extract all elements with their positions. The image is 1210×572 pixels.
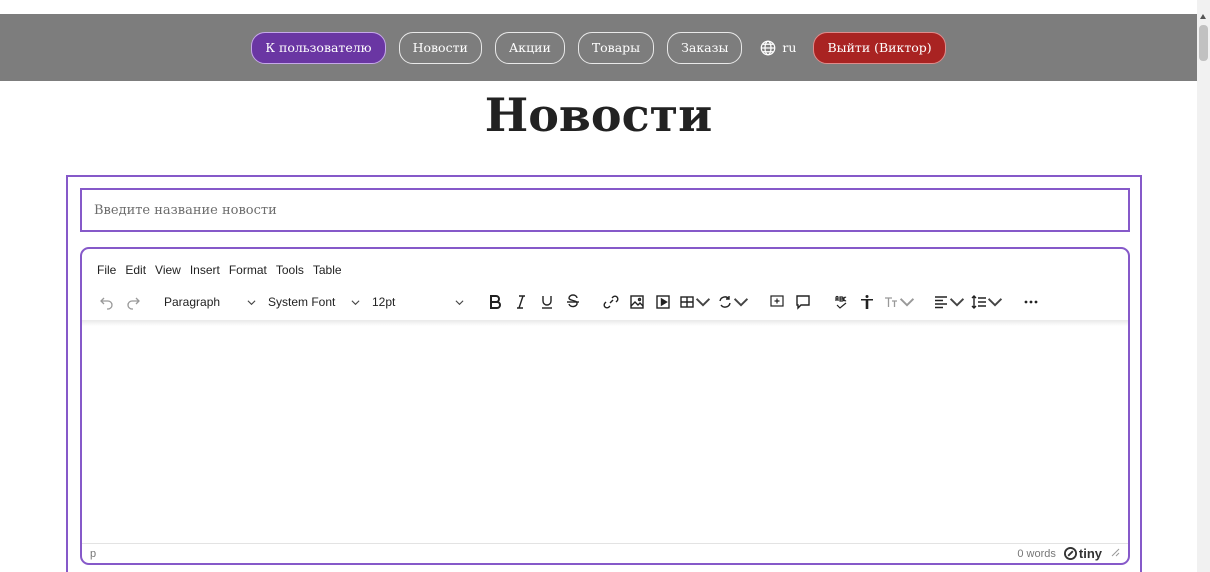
strikethrough-icon [567, 294, 579, 308]
chevron-down-icon [247, 299, 256, 305]
news-form: File Edit View Insert Format Tools Table… [66, 175, 1142, 572]
image-button[interactable] [624, 289, 650, 315]
undo-icon [100, 297, 113, 310]
language-switcher[interactable]: ru [755, 39, 800, 57]
line-height-icon [971, 295, 986, 309]
font-family-select[interactable]: System Font [262, 289, 366, 315]
font-family-value: System Font [268, 295, 336, 309]
comments-button[interactable] [790, 289, 816, 315]
chevron-down-icon [987, 298, 1003, 307]
language-code: ru [782, 40, 797, 55]
underline-icon [542, 296, 552, 309]
resize-grip-icon [1111, 548, 1120, 557]
resize-handle[interactable] [1110, 547, 1120, 560]
editor-content-area[interactable] [82, 326, 1128, 543]
block-format-value: Paragraph [164, 295, 221, 309]
more-icon [1024, 300, 1038, 304]
promos-button[interactable]: Акции [494, 31, 565, 64]
accessibility-icon [861, 295, 873, 309]
chevron-down-icon [695, 298, 711, 307]
products-button[interactable]: Товары [577, 31, 655, 64]
media-button[interactable] [650, 289, 676, 315]
chevron-down-icon [351, 299, 360, 305]
menu-insert[interactable]: Insert [190, 263, 220, 277]
page-title: Новости [484, 88, 713, 142]
align-button[interactable] [930, 289, 968, 315]
font-size-value: 12pt [372, 295, 396, 309]
insert-content-icon [719, 296, 731, 308]
tiny-brand-text: tiny [1078, 546, 1102, 561]
link-button[interactable] [598, 289, 624, 315]
align-left-icon [935, 296, 947, 309]
undo-button[interactable] [94, 289, 120, 315]
spellcheck-icon [835, 295, 847, 309]
table-icon [680, 296, 694, 308]
bold-icon [490, 295, 501, 309]
globe-icon [761, 40, 776, 55]
editor-toolbar: Paragraph System Font 12pt [94, 287, 1124, 317]
news-button[interactable]: Новости [398, 31, 482, 64]
image-icon [630, 295, 644, 309]
tiny-logo-icon [1063, 547, 1077, 560]
italic-button[interactable] [508, 289, 534, 315]
bold-button[interactable] [482, 289, 508, 315]
top-nav: К пользователю Новости Акции Товары Зака… [0, 14, 1197, 81]
menu-file[interactable]: File [97, 263, 116, 277]
text-size-button[interactable] [880, 289, 918, 315]
scroll-up-arrow-icon[interactable] [1200, 14, 1206, 19]
media-play-icon [656, 295, 670, 309]
strikethrough-button[interactable] [560, 289, 586, 315]
editor-menubar: File Edit View Insert Format Tools Table [97, 263, 342, 277]
comment-icon [796, 295, 810, 310]
spellcheck-button[interactable] [828, 289, 854, 315]
chevron-down-icon [949, 298, 965, 307]
rich-text-editor: File Edit View Insert Format Tools Table… [80, 247, 1130, 565]
logout-button[interactable]: Выйти (Виктор) [813, 31, 946, 64]
menu-table[interactable]: Table [313, 263, 342, 277]
element-path[interactable]: p [90, 548, 96, 560]
orders-button[interactable]: Заказы [667, 31, 743, 64]
menu-tools[interactable]: Tools [276, 263, 304, 277]
accessibility-button[interactable] [854, 289, 880, 315]
to-user-button[interactable]: К пользователю [251, 31, 386, 64]
news-title-input[interactable] [80, 188, 1130, 232]
editor-statusbar: p 0 words tiny [82, 543, 1128, 563]
text-size-icon [885, 297, 897, 307]
line-height-button[interactable] [968, 289, 1006, 315]
menu-format[interactable]: Format [229, 263, 267, 277]
redo-icon [127, 297, 140, 310]
scroll-thumb[interactable] [1199, 25, 1208, 61]
chevron-down-icon [733, 298, 749, 307]
link-icon [603, 295, 619, 309]
chevron-down-icon [455, 299, 464, 305]
word-count[interactable]: 0 words [1017, 548, 1056, 560]
page-scrollbar[interactable] [1197, 0, 1210, 572]
statusbar-right: 0 words tiny [1017, 546, 1120, 561]
add-comment-button[interactable] [764, 289, 790, 315]
chevron-down-icon [899, 298, 915, 307]
more-button[interactable] [1018, 289, 1044, 315]
redo-button[interactable] [120, 289, 146, 315]
italic-icon [517, 295, 525, 309]
table-button[interactable] [676, 289, 714, 315]
block-format-select[interactable]: Paragraph [158, 289, 262, 315]
template-button[interactable] [714, 289, 752, 315]
font-size-select[interactable]: 12pt [366, 289, 470, 315]
add-comment-icon [770, 295, 784, 307]
menu-edit[interactable]: Edit [125, 263, 146, 277]
tiny-brand-link[interactable]: tiny [1063, 546, 1102, 561]
menu-view[interactable]: View [155, 263, 181, 277]
underline-button[interactable] [534, 289, 560, 315]
